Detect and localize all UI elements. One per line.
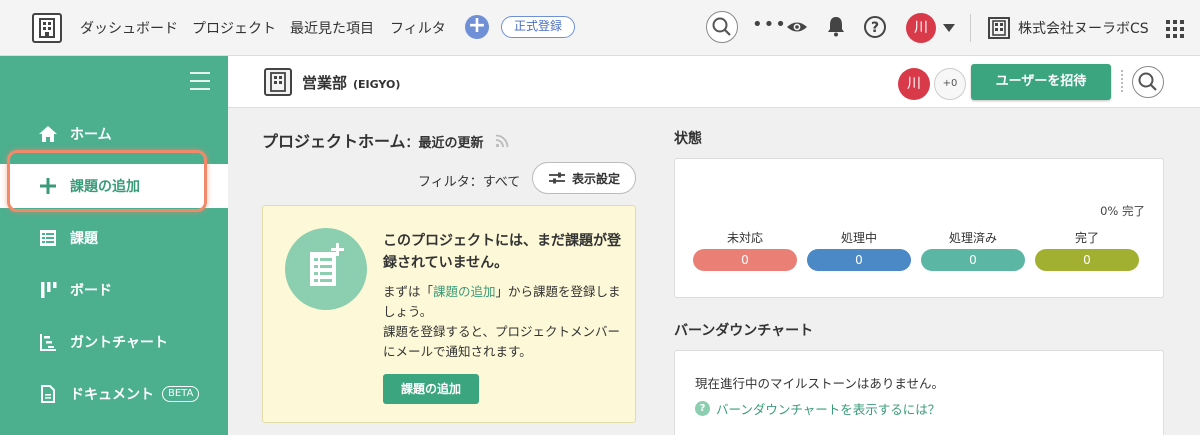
status-open[interactable]: 未対応 0	[693, 229, 797, 271]
help-question-icon: ?	[695, 401, 710, 416]
burndown-heading: バーンダウンチャート	[674, 323, 814, 339]
status-label: 未対応	[726, 231, 763, 245]
status-count-pill[interactable]: 0	[693, 249, 797, 271]
project-icon[interactable]	[264, 68, 292, 96]
desc-text: まずは「	[383, 284, 434, 299]
sidebar-item-label: ガントチャート	[70, 335, 168, 351]
empty-state-panel: このプロジェクトには、まだ課題が登録されていません。 まずは「課題の追加」から課…	[262, 205, 636, 423]
search-icon[interactable]	[706, 11, 738, 43]
page-title: プロジェクトホーム：最近の更新	[262, 128, 509, 152]
app-grid-icon[interactable]	[1166, 20, 1184, 38]
user-menu-caret-icon[interactable]	[942, 23, 956, 33]
company-name[interactable]: 株式会社ヌーラボCS	[1018, 18, 1149, 38]
home-title: プロジェクトホーム	[262, 132, 406, 151]
divider	[1121, 70, 1123, 92]
sidebar-item-issues[interactable]: 課題	[0, 216, 228, 260]
status-resolved[interactable]: 処理済み 0	[921, 229, 1025, 271]
beta-badge: BETA	[162, 386, 200, 402]
rss-icon[interactable]	[495, 134, 509, 148]
company-building-icon	[988, 17, 1010, 39]
status-label: 処理中	[840, 231, 877, 245]
svg-text:?: ?	[871, 20, 879, 36]
board-icon	[38, 280, 58, 300]
status-in-progress[interactable]: 処理中 0	[807, 229, 911, 271]
title-separator: ：	[405, 136, 419, 151]
notification-bell-icon[interactable]	[826, 15, 846, 37]
project-search-icon[interactable]	[1132, 66, 1164, 98]
completion-percent: 0% 完了	[1100, 204, 1145, 218]
project-title[interactable]: 営業部 (EIGYO)	[302, 72, 400, 93]
empty-state-description: まずは「課題の追加」から課題を登録しましょう。 課題を登録すると、プロジェクトメ…	[383, 282, 628, 362]
nav-filter[interactable]: フィルタ	[390, 18, 446, 38]
sidebar-toggle-icon[interactable]	[190, 72, 210, 96]
document-icon	[38, 384, 58, 404]
sidebar-item-board[interactable]: ボード	[0, 268, 228, 312]
status-count-pill[interactable]: 0	[921, 249, 1025, 271]
add-plus-icon[interactable]: +	[465, 15, 489, 39]
sidebar-item-label: ホーム	[70, 127, 112, 143]
add-issue-illustration-icon	[285, 228, 367, 310]
empty-state-title: このプロジェクトには、まだ課題が登録されていません。	[383, 233, 621, 271]
add-issue-button[interactable]: 課題の追加	[383, 374, 479, 404]
more-dots-icon[interactable]: •••	[752, 14, 787, 35]
list-icon	[38, 228, 58, 248]
sidebar: ホーム 課題の追加 課題 ボード ガントチャート ドキュメント BETA	[0, 56, 228, 435]
status-count-pill[interactable]: 0	[807, 249, 911, 271]
sidebar-item-label: 課題の追加	[70, 179, 140, 195]
burndown-message: 現在進行中のマイルストーンはありません。	[695, 376, 945, 391]
display-settings-label: 表示設定	[571, 171, 620, 186]
help-question-icon[interactable]: ?	[863, 15, 887, 39]
top-bar: ダッシュボード プロジェクト 最近見た項目 フィルタ + 正式登録 ••• ? …	[0, 0, 1200, 56]
sidebar-item-gantt[interactable]: ガントチャート	[0, 320, 228, 364]
nav-projects[interactable]: プロジェクト	[192, 18, 276, 38]
project-header: 営業部 (EIGYO) 川 +0 ユーザーを招待	[228, 56, 1200, 108]
register-button[interactable]: 正式登録	[501, 16, 576, 38]
status-label: 完了	[1074, 231, 1099, 245]
sidebar-item-add-issue[interactable]: 課題の追加	[0, 164, 228, 208]
sidebar-item-label: ドキュメント	[70, 387, 154, 403]
main-content: プロジェクトホーム：最近の更新 フィルタ：すべて 表示設定 このプロジェクトには…	[228, 108, 1200, 435]
home-icon	[38, 124, 58, 144]
display-settings-button[interactable]: 表示設定	[532, 162, 636, 194]
desc-text-2: 課題を登録すると、プロジェクトメンバーにメールで通知されます。	[383, 324, 621, 359]
project-key: (EIGYO)	[353, 78, 401, 91]
sidebar-item-home[interactable]: ホーム	[0, 112, 228, 156]
invite-user-button[interactable]: ユーザーを招待	[971, 64, 1111, 100]
member-avatar[interactable]: 川	[898, 68, 930, 100]
sidebar-item-label: ボード	[70, 283, 112, 299]
plus-icon	[38, 176, 58, 196]
project-name: 営業部	[302, 74, 348, 92]
burndown-help-label: バーンダウンチャートを表示するには？	[716, 402, 941, 417]
home-subtitle: 最近の更新	[418, 136, 484, 151]
burndown-help-link[interactable]: ? バーンダウンチャートを表示するには？	[695, 399, 940, 418]
nav-recent[interactable]: 最近見た項目	[290, 18, 374, 38]
status-panel: 0% 完了 未対応 0 処理中 0 処理済み 0 完了 0	[674, 158, 1164, 298]
status-label: 処理済み	[948, 231, 997, 245]
status-heading: 状態	[674, 131, 702, 147]
space-logo-icon[interactable]	[32, 13, 62, 43]
status-closed[interactable]: 完了 0	[1035, 229, 1139, 271]
add-issue-link[interactable]: 課題の追加	[433, 284, 496, 299]
gantt-icon	[38, 332, 58, 352]
sidebar-item-documents[interactable]: ドキュメント BETA	[0, 372, 228, 416]
filter-status: フィルタ：すべて	[418, 175, 521, 190]
more-members-badge[interactable]: +0	[934, 68, 966, 100]
burndown-panel: 現在進行中のマイルストーンはありません。 ? バーンダウンチャートを表示するには…	[674, 350, 1164, 435]
settings-toggle-icon	[548, 172, 565, 184]
divider	[970, 14, 971, 42]
user-avatar[interactable]: 川	[906, 13, 936, 43]
sidebar-item-label: 課題	[70, 231, 98, 247]
status-count-pill[interactable]: 0	[1035, 249, 1139, 271]
nav-dashboard[interactable]: ダッシュボード	[80, 18, 178, 38]
watch-eye-icon[interactable]	[786, 18, 808, 36]
